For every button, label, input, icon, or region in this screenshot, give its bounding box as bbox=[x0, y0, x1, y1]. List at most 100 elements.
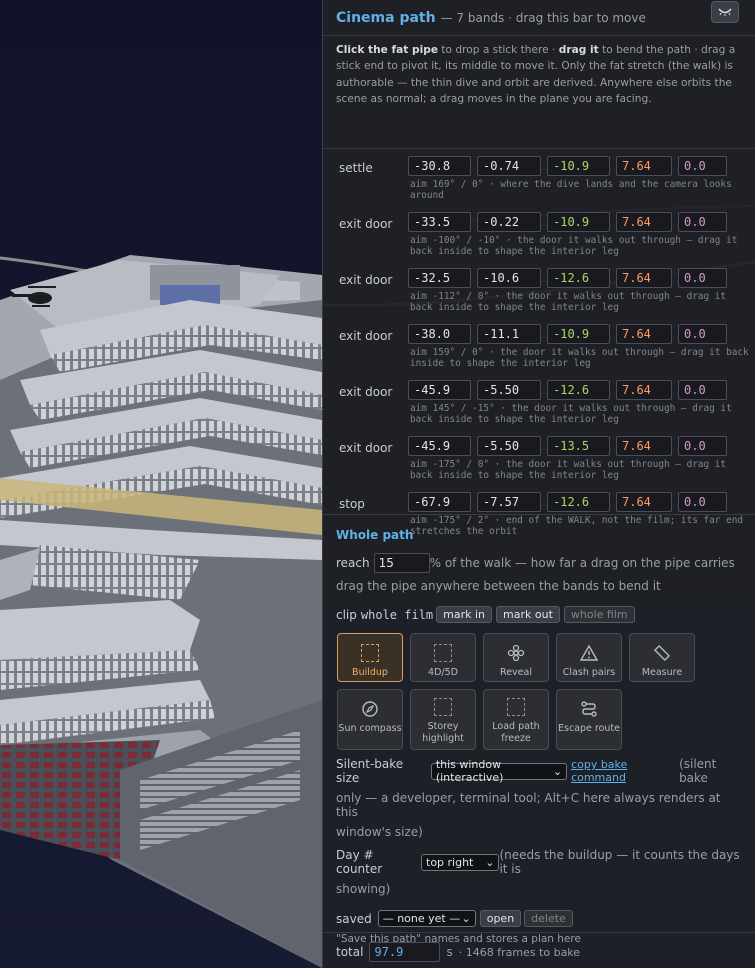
band-roll-input[interactable]: 0.0 bbox=[678, 212, 727, 232]
band-aim-text: aim 145° / -15° · the door it walks out … bbox=[410, 403, 732, 426]
band-height-input[interactable]: 7.64 bbox=[616, 268, 672, 288]
collapse-button[interactable] bbox=[711, 1, 739, 23]
flower-icon bbox=[506, 643, 526, 663]
total-unit: s bbox=[446, 945, 453, 959]
band-x-input[interactable]: -30.8 bbox=[408, 156, 471, 176]
band-x-input[interactable]: -38.0 bbox=[408, 324, 471, 344]
dashed-square-icon bbox=[433, 697, 453, 717]
band-x-input[interactable]: -33.5 bbox=[408, 212, 471, 232]
tool-storey-highlight-button[interactable]: Storey highlight bbox=[410, 689, 476, 750]
tool-label: 4D/5D bbox=[428, 667, 458, 678]
band-height-input[interactable]: 7.64 bbox=[616, 436, 672, 456]
tool-load-path-freeze-button[interactable]: Load path freeze bbox=[483, 689, 549, 750]
band-y-input[interactable]: -10.6 bbox=[477, 268, 541, 288]
band-label: settle bbox=[339, 161, 373, 175]
day-counter-note-2: showing) bbox=[336, 882, 391, 896]
silent-bake-note-3: window's size) bbox=[336, 825, 423, 839]
band-roll-input[interactable]: 0.0 bbox=[678, 380, 727, 400]
tool-label: Reveal bbox=[500, 667, 532, 678]
chevron-down-icon: ⌄ bbox=[552, 764, 563, 778]
copy-bake-command-link[interactable]: copy bake command bbox=[571, 758, 679, 784]
band-x-input[interactable]: -45.9 bbox=[408, 380, 471, 400]
band-y-input[interactable]: -0.22 bbox=[477, 212, 541, 232]
band-y-input[interactable]: -0.74 bbox=[477, 156, 541, 176]
tool-label: Clash pairs bbox=[562, 667, 616, 678]
band-aim-text: aim -100° / -10° · the door it walks out… bbox=[410, 235, 738, 258]
dashed-square-icon bbox=[433, 643, 453, 663]
tool-label: Storey highlight bbox=[422, 721, 464, 744]
tool-measure-button[interactable]: Measure bbox=[629, 633, 695, 682]
chevron-down-icon: ⌄ bbox=[461, 912, 471, 925]
open-button[interactable]: open bbox=[479, 910, 522, 927]
mark-in-button[interactable]: mark in bbox=[436, 606, 493, 623]
reach-input[interactable]: 15 bbox=[373, 553, 430, 573]
chevron-down-icon: ⌄ bbox=[485, 855, 495, 869]
band-z-input[interactable]: -12.6 bbox=[547, 380, 610, 400]
tool-escape-route-button[interactable]: Escape route bbox=[556, 689, 622, 750]
band-z-input[interactable]: -10.9 bbox=[547, 324, 610, 344]
band-y-input[interactable]: -5.50 bbox=[477, 436, 541, 456]
delete-button[interactable]: delete bbox=[524, 910, 573, 927]
band-height-input[interactable]: 7.64 bbox=[616, 212, 672, 232]
band-z-input[interactable]: -12.6 bbox=[547, 268, 610, 288]
band-x-input[interactable]: -32.5 bbox=[408, 268, 471, 288]
compass-icon bbox=[360, 699, 380, 719]
band-label: exit door bbox=[339, 441, 393, 455]
day-counter-note: (needs the buildup — it counts the days … bbox=[499, 848, 740, 876]
band-roll-input[interactable]: 0.0 bbox=[678, 156, 727, 176]
band-x-input[interactable]: -67.9 bbox=[408, 492, 471, 512]
silent-bake-select[interactable]: this window (interactive) ⌄ bbox=[430, 758, 568, 784]
tool-label: Measure bbox=[641, 667, 683, 678]
total-input[interactable]: 97.9 bbox=[369, 942, 441, 962]
band-row: exit door -45.9 -5.50 -12.6 7.64 0.0 aim 145° … bbox=[323, 380, 755, 436]
day-counter-select[interactable]: top right ⌄ bbox=[421, 853, 500, 871]
band-height-input[interactable]: 7.64 bbox=[616, 324, 672, 344]
band-y-input[interactable]: -7.57 bbox=[477, 492, 541, 512]
mark-out-button[interactable]: mark out bbox=[496, 606, 560, 623]
tool-label: Sun compass bbox=[338, 723, 402, 734]
band-row: exit door -38.0 -11.1 -10.9 7.64 0.0 aim 159° … bbox=[323, 324, 755, 380]
reach-suffix: % of the walk — how far a drag on the pi… bbox=[429, 556, 735, 570]
band-z-input[interactable]: -10.9 bbox=[547, 156, 610, 176]
cinema-path-panel: Cinema path — 7 bands · drag this bar to… bbox=[322, 0, 755, 968]
tool-clash-pairs-button[interactable]: Clash pairs bbox=[556, 633, 622, 682]
tool-label: Buildup bbox=[352, 667, 388, 678]
band-roll-input[interactable]: 0.0 bbox=[678, 268, 727, 288]
reach-label: reach bbox=[336, 556, 370, 570]
silent-bake-note-2: only — a developer, terminal tool; Alt+C… bbox=[336, 791, 721, 819]
silent-bake-label: Silent-bake size bbox=[336, 757, 404, 785]
band-row: settle -30.8 -0.74 -10.9 7.64 0.0 aim 169° / 0… bbox=[323, 156, 755, 212]
band-roll-input[interactable]: 0.0 bbox=[678, 436, 727, 456]
band-y-input[interactable]: -5.50 bbox=[477, 380, 541, 400]
band-z-input[interactable]: -10.9 bbox=[547, 212, 610, 232]
reach-hint: drag the pipe anywhere between the bands… bbox=[336, 579, 661, 593]
chevron-down-icon bbox=[718, 8, 732, 16]
band-z-input[interactable]: -12.6 bbox=[547, 492, 610, 512]
band-y-input[interactable]: -11.1 bbox=[477, 324, 541, 344]
band-roll-input[interactable]: 0.0 bbox=[678, 492, 727, 512]
band-label: exit door bbox=[339, 273, 393, 287]
band-x-input[interactable]: -45.9 bbox=[408, 436, 471, 456]
tool-label: Escape route bbox=[558, 723, 620, 734]
tool-buildup-button[interactable]: Buildup bbox=[337, 633, 403, 682]
band-height-input[interactable]: 7.64 bbox=[616, 156, 672, 176]
warning-triangle-icon bbox=[579, 643, 599, 663]
band-z-input[interactable]: -13.5 bbox=[547, 436, 610, 456]
tool-4d-5d-button[interactable]: 4D/5D bbox=[410, 633, 476, 682]
saved-select[interactable]: — none yet — ⌄ bbox=[377, 910, 476, 927]
dashed-square-icon bbox=[506, 697, 526, 717]
ruler-icon bbox=[652, 643, 672, 663]
tool-sun-compass-button[interactable]: Sun compass bbox=[337, 689, 403, 750]
band-height-input[interactable]: 7.64 bbox=[616, 492, 672, 512]
whole-film-button[interactable]: whole film bbox=[563, 606, 635, 623]
band-roll-input[interactable]: 0.0 bbox=[678, 324, 727, 344]
band-height-input[interactable]: 7.64 bbox=[616, 380, 672, 400]
tool-reveal-button[interactable]: Reveal bbox=[483, 633, 549, 682]
day-counter-label: Day # counter bbox=[336, 848, 383, 876]
panel-header-drag-bar[interactable]: Cinema path — 7 bands · drag this bar to… bbox=[323, 0, 755, 36]
dashed-square-icon bbox=[360, 643, 380, 663]
clip-label: clip bbox=[336, 607, 357, 622]
silent-bake-note: (silent bake bbox=[679, 757, 717, 785]
frames-count: · 1468 frames to bake bbox=[458, 945, 581, 959]
band-label: exit door bbox=[339, 217, 393, 231]
